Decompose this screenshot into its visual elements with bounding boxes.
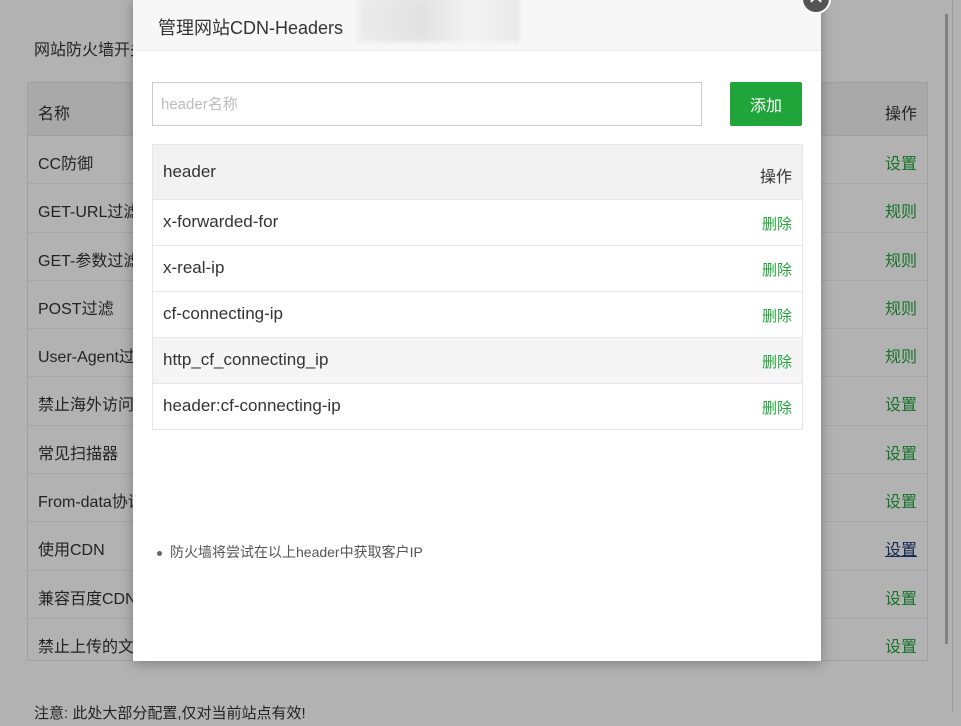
- tip-text: 防火墙将尝试在以上header中获取客户IP: [170, 544, 423, 560]
- column-header: header: [163, 162, 216, 181]
- blurred-region: [358, 0, 520, 42]
- header-value: cf-connecting-ip: [163, 304, 284, 323]
- dialog-header: 管理网站CDN-Headers: [133, 0, 821, 51]
- table-header: header 操作: [153, 145, 802, 200]
- table-row: header:cf-connecting-ip 删除: [153, 384, 802, 429]
- delete-link[interactable]: 删除: [762, 213, 792, 234]
- table-row: x-forwarded-for 删除: [153, 200, 802, 246]
- delete-link[interactable]: 删除: [762, 259, 792, 280]
- delete-link[interactable]: 删除: [762, 351, 792, 372]
- header-value: http_cf_connecting_ip: [163, 350, 329, 369]
- header-value: x-real-ip: [163, 258, 225, 277]
- header-value: x-forwarded-for: [163, 212, 279, 231]
- header-name-input[interactable]: [152, 82, 702, 126]
- table-row: x-real-ip 删除: [153, 246, 802, 292]
- delete-link[interactable]: 删除: [762, 305, 792, 326]
- dialog-title: 管理网站CDN-Headers: [158, 18, 344, 38]
- column-action: 操作: [759, 169, 792, 186]
- cdn-headers-dialog: 管理网站CDN-Headers ✕ 添加 header 操作 x-forward…: [133, 0, 831, 661]
- table-row: cf-connecting-ip 删除: [153, 292, 802, 338]
- delete-link[interactable]: 删除: [762, 397, 792, 418]
- headers-table: header 操作 x-forwarded-for 删除 x-real-ip 删…: [152, 144, 803, 430]
- help-tip: 防火墙将尝试在以上header中获取客户IP: [157, 542, 423, 562]
- add-button[interactable]: 添加: [730, 82, 802, 126]
- table-row: http_cf_connecting_ip 删除: [153, 338, 802, 384]
- header-value: header:cf-connecting-ip: [163, 396, 341, 415]
- bullet-icon: [157, 550, 162, 556]
